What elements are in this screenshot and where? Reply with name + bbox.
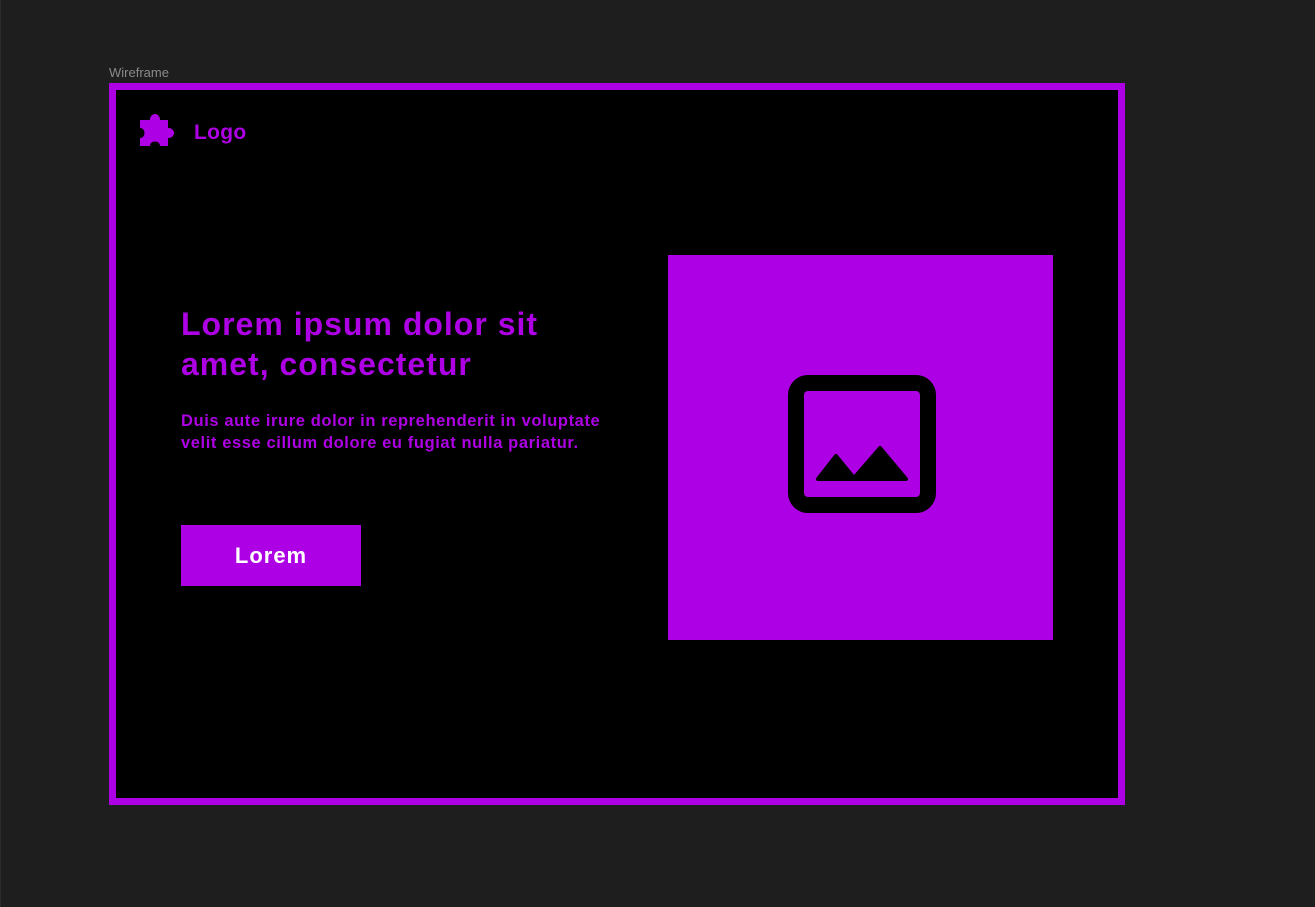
logo-text: Logo [194, 121, 247, 144]
frame-label[interactable]: Wireframe [109, 65, 169, 81]
cta-button[interactable]: Lorem [181, 525, 361, 586]
logo[interactable]: Logo [136, 110, 247, 156]
design-canvas: Wireframe Logo Lorem ipsum dolor sit ame… [0, 0, 1315, 907]
hero-body-text: Duis aute irure dolor in reprehenderit i… [181, 412, 601, 452]
wireframe-frame[interactable]: Logo Lorem ipsum dolor sit amet, consect… [109, 83, 1125, 805]
hero-headline: Lorem ipsum dolor sit amet, consectetur [181, 306, 539, 382]
image-icon [788, 375, 936, 513]
puzzle-piece-icon [140, 114, 174, 146]
image-placeholder [668, 255, 1053, 640]
